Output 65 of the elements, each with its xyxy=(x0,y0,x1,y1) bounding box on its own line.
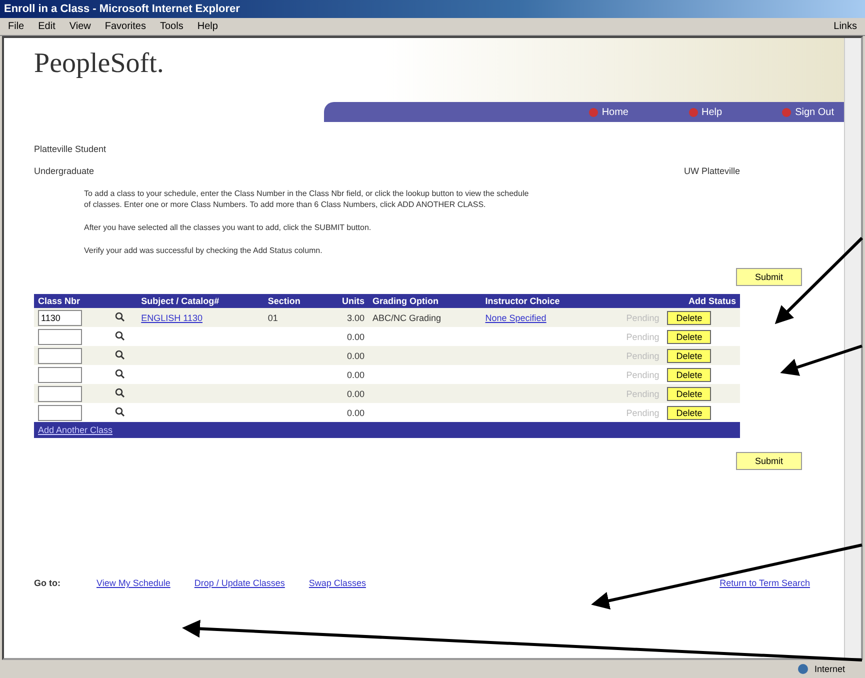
status-cell: Pending xyxy=(626,370,660,380)
go-to-link[interactable]: Drop / Update Classes xyxy=(194,578,285,588)
column-header: Subject / Catalog# xyxy=(137,294,264,308)
add-another-class-link[interactable]: Add Another Class xyxy=(38,425,113,435)
search-icon xyxy=(114,350,125,360)
nav-link[interactable]: Help xyxy=(688,106,722,118)
units-cell: 0.00 xyxy=(346,370,364,380)
nav-link[interactable]: Sign Out xyxy=(782,106,834,118)
units-cell: 0.00 xyxy=(346,408,364,418)
class-number-field[interactable] xyxy=(38,348,82,364)
delete-button[interactable]: Delete xyxy=(667,348,712,362)
class-number-field[interactable] xyxy=(38,328,82,344)
section-cell: 01 xyxy=(268,312,278,322)
search-icon xyxy=(114,368,125,378)
units-cell: 0.00 xyxy=(346,332,364,342)
go-to-label: Go to: xyxy=(34,578,60,588)
zone-label: Internet xyxy=(814,664,845,674)
delete-button[interactable]: Delete xyxy=(667,386,712,400)
delete-button[interactable]: Delete xyxy=(667,310,712,324)
units-cell: 0.00 xyxy=(346,388,364,398)
column-header: Units xyxy=(324,294,368,308)
class-number-field[interactable] xyxy=(38,366,82,382)
delete-button[interactable]: Delete xyxy=(667,330,712,344)
go-to-link[interactable]: Swap Classes xyxy=(308,578,366,588)
menu-item[interactable]: File xyxy=(8,21,24,32)
menu-item[interactable]: Tools xyxy=(160,21,184,32)
links-label[interactable]: Links xyxy=(834,21,857,32)
nav-link[interactable]: Home xyxy=(588,106,628,118)
menu-item[interactable]: Favorites xyxy=(104,21,146,32)
menu-item[interactable]: Edit xyxy=(38,21,56,32)
search-icon xyxy=(114,330,125,340)
window-title: Enroll in a Class - Microsoft Internet Explorer xyxy=(4,3,240,15)
submit-button[interactable]: Submit xyxy=(736,452,802,470)
delete-button[interactable]: Delete xyxy=(667,406,712,420)
menu-item[interactable]: Help xyxy=(197,21,218,32)
units-cell: 3.00 xyxy=(346,312,364,322)
column-header: Grading Option xyxy=(368,294,482,308)
scrollbar[interactable] xyxy=(844,38,861,658)
class-number-field[interactable] xyxy=(38,404,82,420)
search-icon xyxy=(114,312,125,322)
submit-button[interactable]: Submit xyxy=(736,268,802,286)
return-link[interactable]: Return to Term Search xyxy=(720,578,810,588)
column-header: Class Nbr xyxy=(34,294,138,308)
menu-item[interactable]: View xyxy=(69,21,91,32)
search-icon xyxy=(114,388,125,398)
go-to-link[interactable]: View My Schedule xyxy=(96,578,170,588)
institution-label: UW Platteville xyxy=(684,166,740,176)
status-cell: Pending xyxy=(626,408,660,418)
instruction-text: Verify your add was successful by checking the Add Status column. xyxy=(84,245,324,256)
column-header: Add Status xyxy=(602,294,740,308)
search-icon xyxy=(114,406,125,416)
student-name: Platteville Student xyxy=(34,144,106,154)
status-cell: Pending xyxy=(626,332,660,342)
globe-icon xyxy=(798,664,808,674)
instruction-text: After you have selected all the classes you want to add, click the SUBMIT button. xyxy=(84,222,372,233)
logo: PeopleSoft. xyxy=(33,47,165,81)
column-header: Instructor Choice xyxy=(481,294,603,308)
grading-cell: ABC/NC Grading xyxy=(372,312,442,322)
instruction-text: To add a class to your schedule, enter the Class Number in the Class Nbr field, or click the lookup button to view the schedule of classes. Enter one or more Class Numbers. To add more than 6 Class Numbers, click ADD ANOTHER CLASS. xyxy=(84,188,530,210)
class-number-field[interactable]: 1130 xyxy=(38,310,82,326)
column-header: Section xyxy=(264,294,324,308)
units-cell: 0.00 xyxy=(346,350,364,360)
delete-button[interactable]: Delete xyxy=(667,368,712,382)
class-number-field[interactable] xyxy=(38,386,82,402)
career-label: Undergraduate xyxy=(34,166,94,176)
